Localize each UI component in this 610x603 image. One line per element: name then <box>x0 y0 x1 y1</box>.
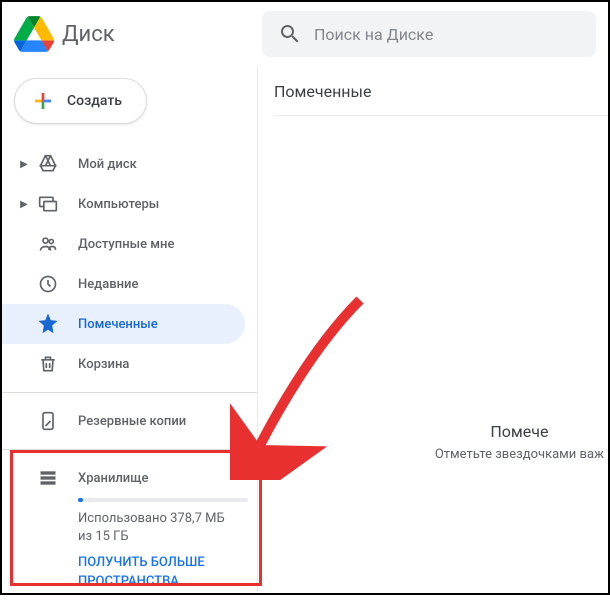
sidebar: Создать ▶ Мой диск ▶ Компьютеры <box>2 66 258 593</box>
sidebar-item-shared[interactable]: Доступные мне <box>2 224 245 264</box>
page-title: Помеченные <box>274 82 608 116</box>
logo-text: Диск <box>62 22 115 47</box>
nav-label: Помеченные <box>78 317 158 332</box>
empty-subtitle: Отметьте звездочками важ <box>435 447 604 462</box>
storage-more-link[interactable]: ПОЛУЧИТЬ БОЛЬШЕ ПРОСТРАНСТВА <box>78 554 233 590</box>
content: Создать ▶ Мой диск ▶ Компьютеры <box>2 66 608 593</box>
drive-logo-icon <box>14 14 54 54</box>
sidebar-item-my-drive[interactable]: ▶ Мой диск <box>2 144 245 184</box>
backups-icon <box>36 409 60 433</box>
nav-label: Недавние <box>78 277 138 292</box>
storage-used-text: Использовано 378,7 МБ из 15 ГБ <box>78 510 233 546</box>
chevron-right-icon[interactable]: ▶ <box>18 159 30 170</box>
empty-title: Помече <box>435 422 604 441</box>
sidebar-item-computers[interactable]: ▶ Компьютеры <box>2 184 245 224</box>
divider <box>2 449 257 450</box>
drive-icon <box>36 152 60 176</box>
main: Помеченные <box>258 66 608 593</box>
star-icon <box>36 312 60 336</box>
storage-icon <box>36 466 60 490</box>
chevron-right-icon[interactable]: ▶ <box>18 199 30 210</box>
trash-icon <box>36 352 60 376</box>
search-icon <box>278 22 302 46</box>
nav-label: Резервные копии <box>78 414 186 429</box>
nav-label: Доступные мне <box>78 237 174 252</box>
nav-label: Корзина <box>78 357 129 372</box>
storage-section: Хранилище Использовано 378,7 МБ из 15 ГБ… <box>2 458 257 603</box>
create-button[interactable]: Создать <box>14 78 147 124</box>
empty-state: Помече Отметьте звездочками важ <box>435 422 604 462</box>
storage-row[interactable]: Хранилище <box>18 466 233 490</box>
search-box[interactable]: Поиск на Диске <box>262 11 596 57</box>
header: Диск Поиск на Диске <box>2 2 608 66</box>
sidebar-item-backups[interactable]: Резервные копии <box>2 401 245 441</box>
storage-fill <box>78 498 83 502</box>
create-label: Создать <box>67 93 122 109</box>
sidebar-item-recent[interactable]: Недавние <box>2 264 245 304</box>
storage-bar <box>78 498 248 502</box>
logo-area[interactable]: Диск <box>14 14 262 54</box>
shared-icon <box>36 232 60 256</box>
clock-icon <box>36 272 60 296</box>
computers-icon <box>36 192 60 216</box>
plus-icon <box>31 89 55 113</box>
storage-title: Хранилище <box>78 471 148 486</box>
search-placeholder: Поиск на Диске <box>314 25 433 44</box>
sidebar-item-trash[interactable]: Корзина <box>2 344 245 384</box>
divider <box>2 392 257 393</box>
nav-label: Компьютеры <box>78 197 159 212</box>
nav-label: Мой диск <box>78 157 137 172</box>
nav-list: ▶ Мой диск ▶ Компьютеры Доступные мне <box>2 144 257 603</box>
sidebar-item-starred[interactable]: Помеченные <box>2 304 245 344</box>
